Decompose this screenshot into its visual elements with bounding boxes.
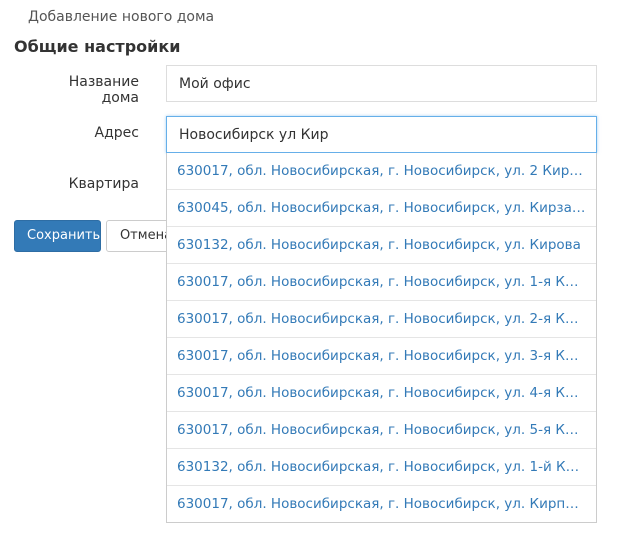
address-suggestion[interactable]: 630017, обл. Новосибирская, г. Новосибир… (167, 338, 596, 375)
address-suggestion[interactable]: 630017, обл. Новосибирская, г. Новосибир… (167, 153, 596, 190)
apartment-label: Квартира (68, 176, 139, 192)
address-suggestion[interactable]: 630132, обл. Новосибирская, г. Новосибир… (167, 449, 596, 486)
house-name-label: Название дома (68, 74, 139, 106)
address-suggestion[interactable]: 630017, обл. Новосибирская, г. Новосибир… (167, 486, 596, 522)
address-label: Адрес (94, 125, 139, 141)
add-house-page: Добавление нового дома Общие настройки Н… (0, 0, 623, 533)
house-name-input[interactable] (166, 65, 597, 102)
address-suggestions-dropdown: 630017, обл. Новосибирская, г. Новосибир… (166, 153, 597, 523)
address-input[interactable] (166, 116, 597, 153)
address-suggestion[interactable]: 630132, обл. Новосибирская, г. Новосибир… (167, 227, 596, 264)
address-suggestion[interactable]: 630045, обл. Новосибирская, г. Новосибир… (167, 190, 596, 227)
address-suggestion[interactable]: 630017, обл. Новосибирская, г. Новосибир… (167, 375, 596, 412)
address-suggestion[interactable]: 630017, обл. Новосибирская, г. Новосибир… (167, 264, 596, 301)
section-title: Общие настройки (14, 37, 181, 56)
save-button[interactable]: Сохранить (14, 220, 101, 252)
address-suggestion[interactable]: 630017, обл. Новосибирская, г. Новосибир… (167, 412, 596, 449)
page-title: Добавление нового дома (28, 9, 215, 25)
address-suggestion[interactable]: 630017, обл. Новосибирская, г. Новосибир… (167, 301, 596, 338)
